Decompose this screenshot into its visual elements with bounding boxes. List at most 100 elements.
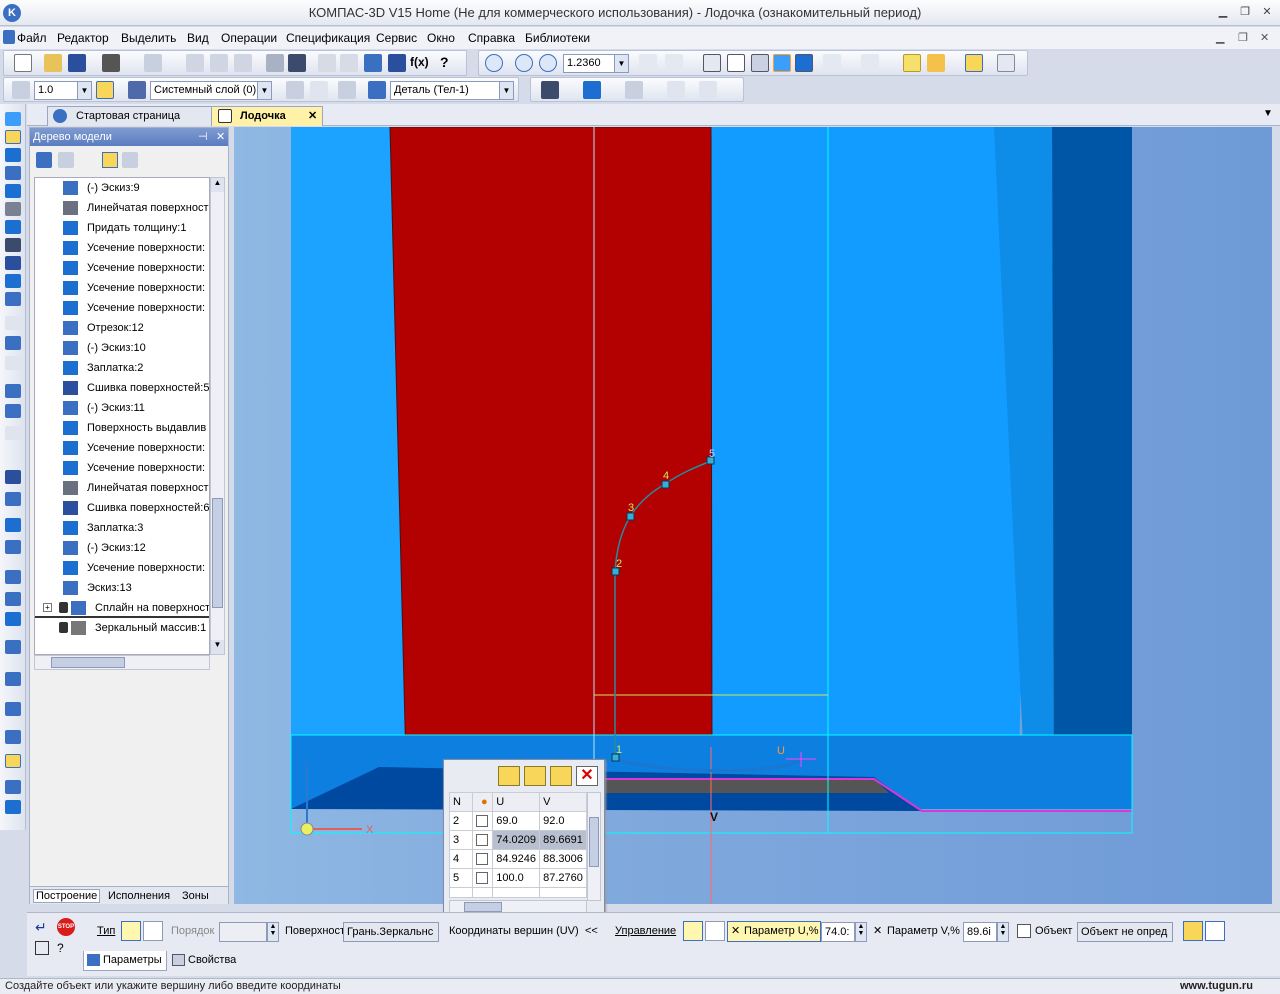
detail-icon[interactable] — [368, 81, 386, 99]
param-u-input[interactable]: 74.0: — [821, 922, 855, 942]
stop-icon[interactable]: STOP — [57, 918, 75, 936]
tree-filter-icon[interactable] — [122, 152, 138, 168]
tree-item[interactable]: Зеркальный массив:1 — [35, 618, 209, 638]
break-curve-icon[interactable] — [5, 800, 21, 814]
filter-icon[interactable] — [823, 54, 841, 72]
object-checkbox[interactable] — [1017, 924, 1031, 938]
line-icon[interactable] — [5, 384, 21, 398]
iso-curve-icon[interactable] — [5, 612, 21, 626]
tree-item[interactable]: + Сплайн на поверхност — [35, 598, 209, 618]
shaded-edges-icon[interactable] — [795, 54, 813, 72]
step-combo[interactable]: 1.0 ▼ — [34, 81, 92, 100]
param-v-lock-icon[interactable]: ✕ — [873, 924, 882, 937]
point-array-icon[interactable] — [5, 356, 21, 370]
cell-v[interactable]: 88.3006 — [539, 849, 587, 869]
tree-item[interactable]: Линейчатая поверхност — [35, 198, 209, 218]
tree-item[interactable]: Усечение поверхности: — [35, 558, 209, 578]
shaded-icon[interactable] — [773, 54, 791, 72]
tree-item[interactable]: Сшивка поверхностей:6 — [35, 498, 209, 518]
curve-on-surface-icon[interactable] — [5, 730, 21, 744]
tab-versions[interactable]: Исполнения — [108, 890, 170, 902]
table-row-empty[interactable] — [448, 887, 587, 898]
cell-u[interactable]: 100.0 — [492, 868, 541, 888]
scroll-down-icon[interactable]: ▼ — [211, 640, 224, 654]
mdi-restore-icon[interactable]: ❐ — [1238, 31, 1248, 44]
sketch-mode-icon[interactable] — [286, 81, 304, 99]
hatch-icon[interactable] — [625, 81, 643, 99]
light-icon[interactable] — [927, 54, 945, 72]
hidden-lines-icon[interactable] — [751, 54, 769, 72]
chevron-down-icon[interactable]: ▼ — [499, 82, 513, 99]
minimize-icon[interactable]: ▁ — [1216, 5, 1230, 19]
tree-item[interactable]: (-) Эскиз:9 — [35, 178, 209, 198]
orientation-icon[interactable] — [703, 54, 721, 72]
zoom-combo[interactable]: 1.2360 ▼ — [563, 54, 629, 73]
table-row[interactable]: 3 74.0209 89.6691 — [448, 830, 587, 850]
detail-combo[interactable]: Деталь (Тел-1) ▼ — [390, 81, 514, 100]
cube-yellow-icon[interactable] — [903, 54, 921, 72]
surfaces-icon[interactable] — [5, 148, 21, 162]
tree-item[interactable]: Отрезок:12 — [35, 318, 209, 338]
chevron-down-icon[interactable]: ▼ — [257, 82, 271, 99]
spline-on-surface-icon[interactable] — [5, 754, 21, 768]
param-mode-icon[interactable] — [965, 54, 983, 72]
local-cs-icon[interactable] — [12, 81, 30, 99]
tree-item[interactable]: Эскиз:13 — [35, 578, 209, 598]
scroll-up-icon[interactable]: ▲ — [211, 178, 224, 192]
paste-icon[interactable] — [234, 54, 252, 72]
elements-icon[interactable] — [5, 274, 21, 288]
chevron-down-icon[interactable]: ▼ — [77, 82, 91, 99]
circle-icon[interactable] — [5, 404, 21, 418]
tab-construction[interactable]: Построение — [33, 889, 101, 903]
param-v-spinner[interactable]: ▲ ▼ — [997, 922, 1009, 942]
pan-icon[interactable] — [665, 54, 683, 72]
cell-u[interactable]: 84.9246 — [492, 849, 541, 869]
spatial-curves-icon[interactable] — [5, 130, 21, 144]
popup-hscroll-thumb[interactable] — [464, 902, 502, 912]
hscroll-thumb[interactable] — [51, 657, 125, 668]
orient-forward-icon[interactable] — [1183, 921, 1203, 941]
menu-edit[interactable]: Редактор — [57, 31, 109, 45]
fixed-checkbox[interactable] — [472, 830, 494, 850]
reports-icon[interactable] — [5, 256, 21, 270]
menu-specification[interactable]: Спецификация — [286, 31, 370, 45]
curve-copy-icon[interactable] — [5, 592, 21, 606]
measure-icon[interactable] — [338, 81, 356, 99]
help-icon[interactable]: ? — [57, 941, 73, 957]
tab-zones[interactable]: Зоны — [182, 890, 209, 902]
control-by-point-icon[interactable] — [705, 921, 725, 941]
create-object-icon[interactable]: ↵ — [35, 919, 51, 935]
menu-service[interactable]: Сервис — [376, 31, 417, 45]
order-spinner[interactable]: ▲ ▼ — [267, 922, 279, 942]
joined-curve-icon[interactable] — [5, 672, 21, 686]
popup-scroll-thumb[interactable] — [589, 817, 599, 867]
filters-icon[interactable] — [5, 220, 21, 234]
expand-icon[interactable]: + — [43, 603, 52, 612]
close-tab-icon[interactable]: ✕ — [308, 107, 317, 125]
tree-item[interactable]: Сшивка поверхностей:5 — [35, 378, 209, 398]
spec-icon[interactable] — [5, 238, 21, 252]
mdi-minimize-icon[interactable]: ▁ — [1216, 31, 1224, 44]
type-spline-icon[interactable] — [121, 921, 141, 941]
param-v-input[interactable]: 89.6i — [963, 922, 997, 942]
cell-v[interactable] — [539, 887, 587, 898]
tree-item[interactable]: Усечение поверхности: — [35, 298, 209, 318]
polyline-icon[interactable] — [5, 470, 21, 484]
table-row[interactable]: 2 69.0 92.0 — [448, 811, 587, 831]
scroll-thumb[interactable] — [212, 498, 223, 608]
variables-icon[interactable] — [388, 54, 406, 72]
tree-item[interactable]: Заплатка:2 — [35, 358, 209, 378]
3d-viewport[interactable]: 1 2 3 4 5 U V Z X — [234, 127, 1272, 904]
doc-icon[interactable] — [3, 30, 15, 44]
zoom-in-icon[interactable] — [539, 54, 557, 72]
tree-view-icon[interactable] — [102, 152, 118, 168]
close-panel-icon[interactable]: ✕ — [216, 128, 225, 146]
tab-parameters[interactable]: Параметры — [83, 951, 167, 971]
layer-combo[interactable]: Системный слой (0) ▼ — [150, 81, 272, 100]
origin-icon[interactable] — [300, 822, 314, 836]
cell-u[interactable]: 74.0209 — [492, 830, 541, 850]
aux-geometry-icon[interactable] — [5, 184, 21, 198]
tree-item[interactable]: Усечение поверхности: — [35, 438, 209, 458]
menu-window[interactable]: Окно — [427, 31, 455, 45]
table-icon[interactable] — [667, 81, 685, 99]
